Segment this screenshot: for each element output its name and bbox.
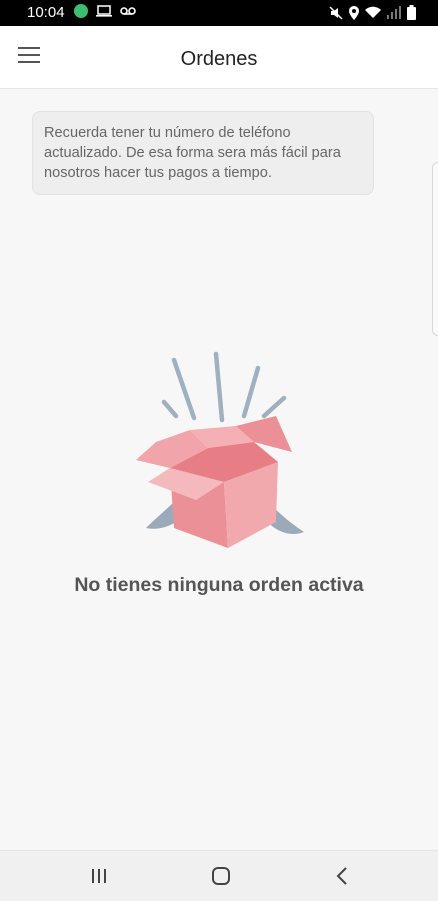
back-icon[interactable]	[330, 863, 356, 889]
home-icon[interactable]	[208, 863, 234, 889]
status-bar: 10:04	[0, 0, 438, 26]
status-right-icons	[329, 5, 416, 20]
burst-rays	[161, 351, 287, 423]
recent-apps-icon[interactable]	[86, 863, 112, 889]
phone-reminder-notice: Recuerda tener tu número de teléfono act…	[32, 111, 374, 195]
system-nav-bar	[0, 850, 438, 901]
page-title: Ordenes	[180, 48, 258, 70]
open-box-icon	[136, 351, 304, 548]
status-left-icons	[74, 4, 136, 18]
laptop-icon	[96, 5, 112, 17]
location-icon	[349, 5, 359, 20]
side-drawer-handle[interactable]	[432, 162, 438, 336]
status-time: 10:04	[27, 4, 65, 21]
signal-icon	[387, 6, 401, 19]
wifi-icon	[365, 6, 381, 18]
voicemail-icon	[120, 7, 136, 15]
battery-icon	[407, 5, 416, 20]
empty-state-message: No tienes ninguna orden activa	[74, 574, 364, 596]
chat-bubble-icon	[74, 4, 88, 18]
mute-icon	[329, 5, 343, 20]
app-bar: Ordenes	[0, 26, 438, 89]
